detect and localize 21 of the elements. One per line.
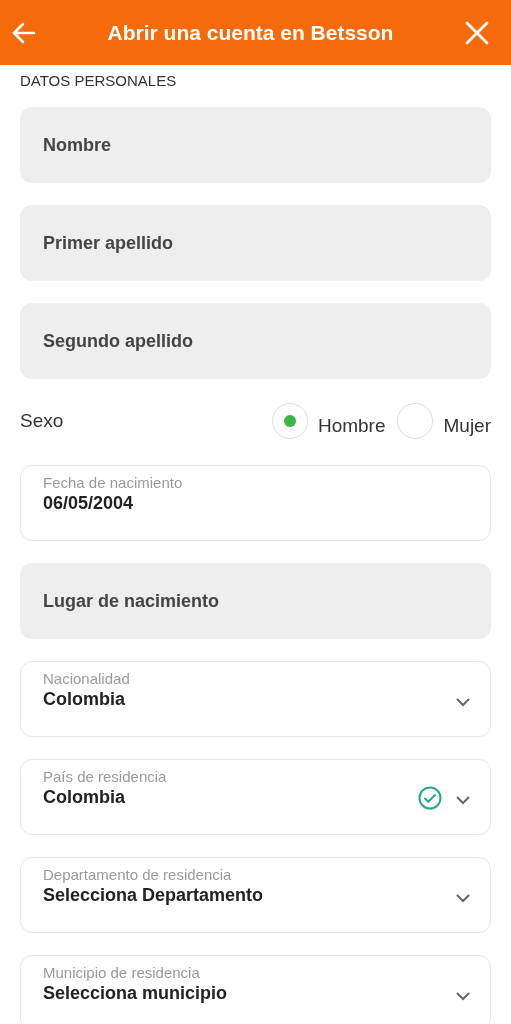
radio-button[interactable] <box>397 403 434 439</box>
dropdown-field[interactable]: Departamento de residencia Selecciona Departamento <box>20 857 491 933</box>
header-title: Abrir una cuenta en Betsson <box>107 20 394 45</box>
section-title: DATOS PERSONALES <box>20 72 178 89</box>
chevron-down-icon <box>456 698 470 707</box>
input-field[interactable]: Primer apellido <box>20 205 491 281</box>
radio-label: Mujer <box>443 415 491 437</box>
dropdown-field[interactable]: Nacionalidad Colombia <box>20 661 491 737</box>
input-field[interactable]: Lugar de nacimiento <box>20 563 491 639</box>
chevron-down-icon <box>456 992 470 1001</box>
radio-group-label: Sexo <box>20 410 64 432</box>
back-arrow-icon[interactable] <box>12 21 36 44</box>
close-icon[interactable] <box>465 20 489 45</box>
date-field[interactable]: Fecha de nacimiento 06/05/2004 <box>20 465 491 541</box>
radio-label: Hombre <box>317 415 386 437</box>
chevron-down-icon <box>456 894 470 903</box>
radio-button[interactable] <box>271 403 308 439</box>
chevron-down-icon <box>456 796 470 805</box>
dropdown-field[interactable]: País de residencia Colombia <box>20 759 491 835</box>
input-field[interactable]: Segundo apellido <box>20 303 491 379</box>
input-field[interactable]: Nombre <box>20 107 491 183</box>
